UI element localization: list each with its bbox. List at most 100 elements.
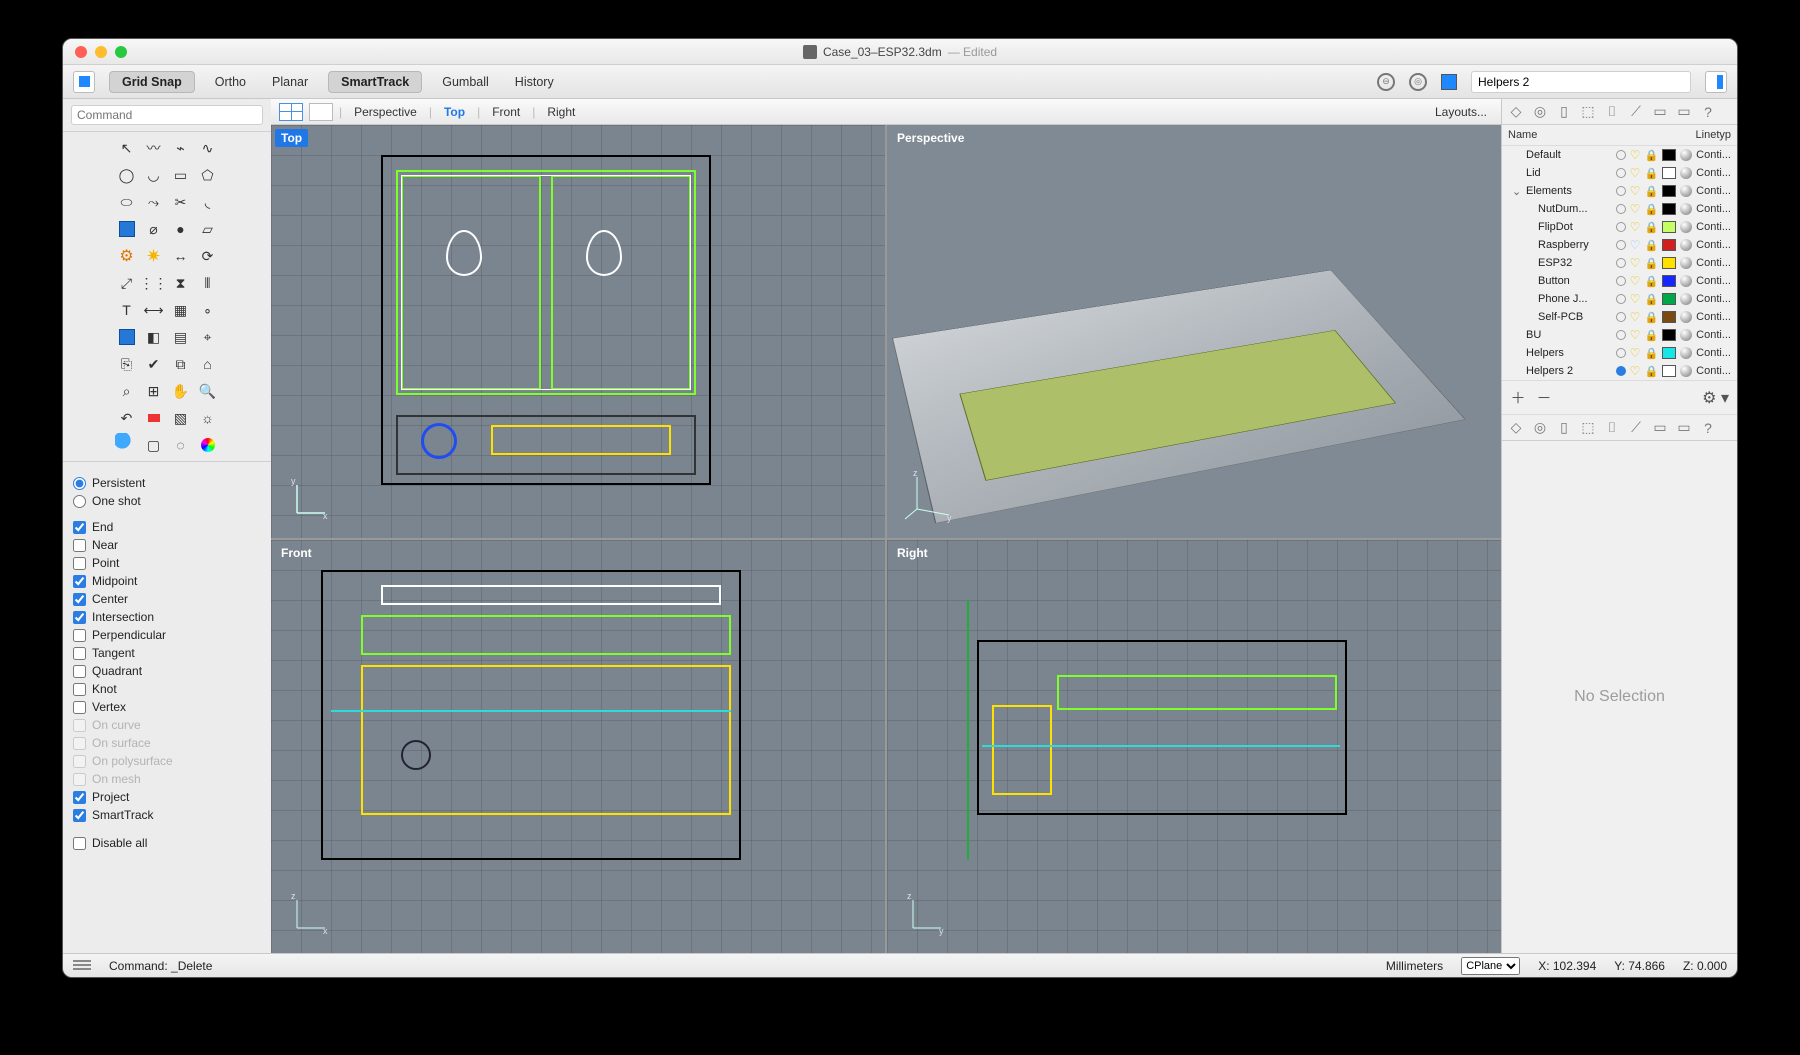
viewport-top[interactable]: Top yx bbox=[271, 125, 885, 538]
explode-tool-icon[interactable]: ✷ bbox=[142, 244, 166, 268]
status-cplane-select[interactable]: CPlane bbox=[1461, 957, 1520, 975]
view-tab-right[interactable]: Right bbox=[541, 105, 581, 119]
help-tab-icon[interactable]: ? bbox=[1700, 104, 1716, 120]
layer-header-name[interactable]: Name bbox=[1508, 129, 1696, 141]
layer-linetype[interactable]: Conti... bbox=[1696, 329, 1731, 341]
remove-layer-button[interactable]: － bbox=[1536, 387, 1552, 408]
layer-row[interactable]: Self-PCB♡🔒Conti... bbox=[1502, 308, 1737, 326]
polygon-tool-icon[interactable]: ⬠ bbox=[196, 163, 220, 187]
layer-material-icon[interactable] bbox=[1680, 221, 1692, 233]
props-display-icon[interactable]: ▭ bbox=[1652, 420, 1668, 436]
fillet-tool-icon[interactable]: ◟ bbox=[196, 190, 220, 214]
layer-visibility-icon[interactable]: ♡ bbox=[1630, 184, 1641, 198]
layer-row[interactable]: Default♡🔒Conti... bbox=[1502, 146, 1737, 164]
layer-material-icon[interactable] bbox=[1680, 293, 1692, 305]
current-layer-field[interactable] bbox=[1471, 71, 1691, 93]
osnap-item-perpendicular[interactable]: Perpendicular bbox=[73, 626, 261, 644]
props-box-icon[interactable]: ⬚ bbox=[1580, 420, 1596, 436]
layer-material-icon[interactable] bbox=[1680, 311, 1692, 323]
layer-material-icon[interactable] bbox=[1680, 347, 1692, 359]
layer-row[interactable]: Raspberry♡🔒Conti... bbox=[1502, 236, 1737, 254]
mirror-tool-icon[interactable]: ⧗ bbox=[169, 271, 193, 295]
sidebar-left-toggle-icon[interactable] bbox=[73, 71, 95, 93]
layer-current-dot[interactable] bbox=[1616, 294, 1626, 304]
command-input[interactable] bbox=[71, 105, 263, 125]
layer-row[interactable]: ESP32♡🔒Conti... bbox=[1502, 254, 1737, 272]
layer-material-icon[interactable] bbox=[1680, 257, 1692, 269]
props-camera-icon[interactable]: ⌷ bbox=[1604, 420, 1620, 436]
layer-row[interactable]: Helpers 2♡🔒Conti... bbox=[1502, 362, 1737, 380]
layer-current-dot[interactable] bbox=[1616, 312, 1626, 322]
layer-tool-icon[interactable]: ⧉ bbox=[169, 352, 193, 376]
layer-current-dot[interactable] bbox=[1616, 168, 1626, 178]
layer-row[interactable]: Button♡🔒Conti... bbox=[1502, 272, 1737, 290]
planar-toggle[interactable]: Planar bbox=[266, 72, 314, 92]
osnap-item-smarttrack[interactable]: SmartTrack bbox=[73, 806, 261, 824]
layer-lock-icon[interactable]: 🔒 bbox=[1644, 365, 1658, 378]
viewport-front[interactable]: Front zx bbox=[271, 540, 885, 953]
osnap-item-knot[interactable]: Knot bbox=[73, 680, 261, 698]
view-tab-top[interactable]: Top bbox=[438, 105, 471, 119]
layer-color-swatch[interactable] bbox=[1662, 347, 1676, 359]
array-tool-icon[interactable]: ⋮⋮ bbox=[142, 271, 166, 295]
settings-tool-icon[interactable]: ⚙ bbox=[115, 244, 139, 268]
layer-visibility-icon[interactable]: ♡ bbox=[1630, 256, 1641, 270]
props-sun-icon[interactable]: ◎ bbox=[1532, 420, 1548, 436]
layer-linetype[interactable]: Conti... bbox=[1696, 275, 1731, 287]
layers-tab-icon[interactable]: ◇ bbox=[1508, 104, 1524, 120]
layer-visibility-icon[interactable]: ♡ bbox=[1630, 166, 1641, 180]
mesh-tool-icon[interactable]: ◧ bbox=[142, 325, 166, 349]
layer-row[interactable]: Lid♡🔒Conti... bbox=[1502, 164, 1737, 182]
layer-row[interactable]: NutDum...♡🔒Conti... bbox=[1502, 200, 1737, 218]
layer-material-icon[interactable] bbox=[1680, 185, 1692, 197]
layer-current-dot[interactable] bbox=[1616, 348, 1626, 358]
grid-tool-icon[interactable]: ▤ bbox=[169, 325, 193, 349]
layer-current-dot[interactable] bbox=[1616, 222, 1626, 232]
layer-lock-icon[interactable]: 🔒 bbox=[1644, 185, 1658, 198]
layer-visibility-icon[interactable]: ♡ bbox=[1630, 292, 1641, 306]
check-tool-icon[interactable]: ✔ bbox=[142, 352, 166, 376]
dimension-tool-icon[interactable]: ⟷ bbox=[142, 298, 166, 322]
offset-tool-icon[interactable]: ⫴ bbox=[196, 271, 220, 295]
layer-color-swatch[interactable] bbox=[1662, 149, 1676, 161]
layer-color-swatch[interactable] bbox=[1662, 239, 1676, 251]
viewport-label-top[interactable]: Top bbox=[275, 129, 308, 147]
scale-tool-icon[interactable]: ⤢ bbox=[115, 271, 139, 295]
color-tool-icon[interactable] bbox=[196, 433, 220, 457]
maximize-window-button[interactable] bbox=[115, 46, 127, 58]
layer-header-linetype[interactable]: Linetyp bbox=[1696, 129, 1731, 141]
hatch-tool-icon[interactable]: ▦ bbox=[169, 298, 193, 322]
sidebar-right-toggle-icon[interactable] bbox=[1705, 71, 1727, 93]
layer-color-swatch[interactable] bbox=[1662, 185, 1676, 197]
render-tool-icon[interactable] bbox=[115, 325, 139, 349]
status-units[interactable]: Millimeters bbox=[1386, 959, 1443, 973]
box-tool-icon[interactable] bbox=[115, 217, 139, 241]
grid-snap-toggle[interactable]: Grid Snap bbox=[109, 71, 195, 93]
surface-tool-icon[interactable]: ▱ bbox=[196, 217, 220, 241]
zoom-selected-icon[interactable]: ⌕ bbox=[115, 379, 139, 403]
layer-lock-icon[interactable]: 🔒 bbox=[1644, 221, 1658, 234]
layer-row[interactable]: BU♡🔒Conti... bbox=[1502, 326, 1737, 344]
gumball-toggle[interactable]: Gumball bbox=[436, 72, 495, 92]
single-view-icon[interactable] bbox=[309, 103, 333, 121]
point-tool-icon[interactable]: ∘ bbox=[196, 298, 220, 322]
layer-current-dot[interactable] bbox=[1616, 258, 1626, 268]
filter-icon[interactable]: ◎ bbox=[1409, 73, 1427, 91]
layer-visibility-icon[interactable]: ♡ bbox=[1630, 220, 1641, 234]
layer-linetype[interactable]: Conti... bbox=[1696, 167, 1731, 179]
props-layers-icon[interactable]: ◇ bbox=[1508, 420, 1524, 436]
properties-tool-icon[interactable]: ⌂ bbox=[196, 352, 220, 376]
sweep-tool-icon[interactable]: ⤳ bbox=[142, 190, 166, 214]
smarttrack-toggle[interactable]: SmartTrack bbox=[328, 71, 422, 93]
layer-linetype[interactable]: Conti... bbox=[1696, 347, 1731, 359]
layer-linetype[interactable]: Conti... bbox=[1696, 365, 1731, 377]
history-toggle[interactable]: History bbox=[509, 72, 560, 92]
osnap-item-vertex[interactable]: Vertex bbox=[73, 698, 261, 716]
lasso-tool-icon[interactable]: 〰 bbox=[142, 136, 166, 160]
close-window-button[interactable] bbox=[75, 46, 87, 58]
view-tab-perspective[interactable]: Perspective bbox=[348, 105, 423, 119]
layer-material-icon[interactable] bbox=[1680, 275, 1692, 287]
layer-lock-icon[interactable]: 🔒 bbox=[1644, 275, 1658, 288]
layer-material-icon[interactable] bbox=[1680, 239, 1692, 251]
four-view-icon[interactable] bbox=[279, 103, 303, 121]
